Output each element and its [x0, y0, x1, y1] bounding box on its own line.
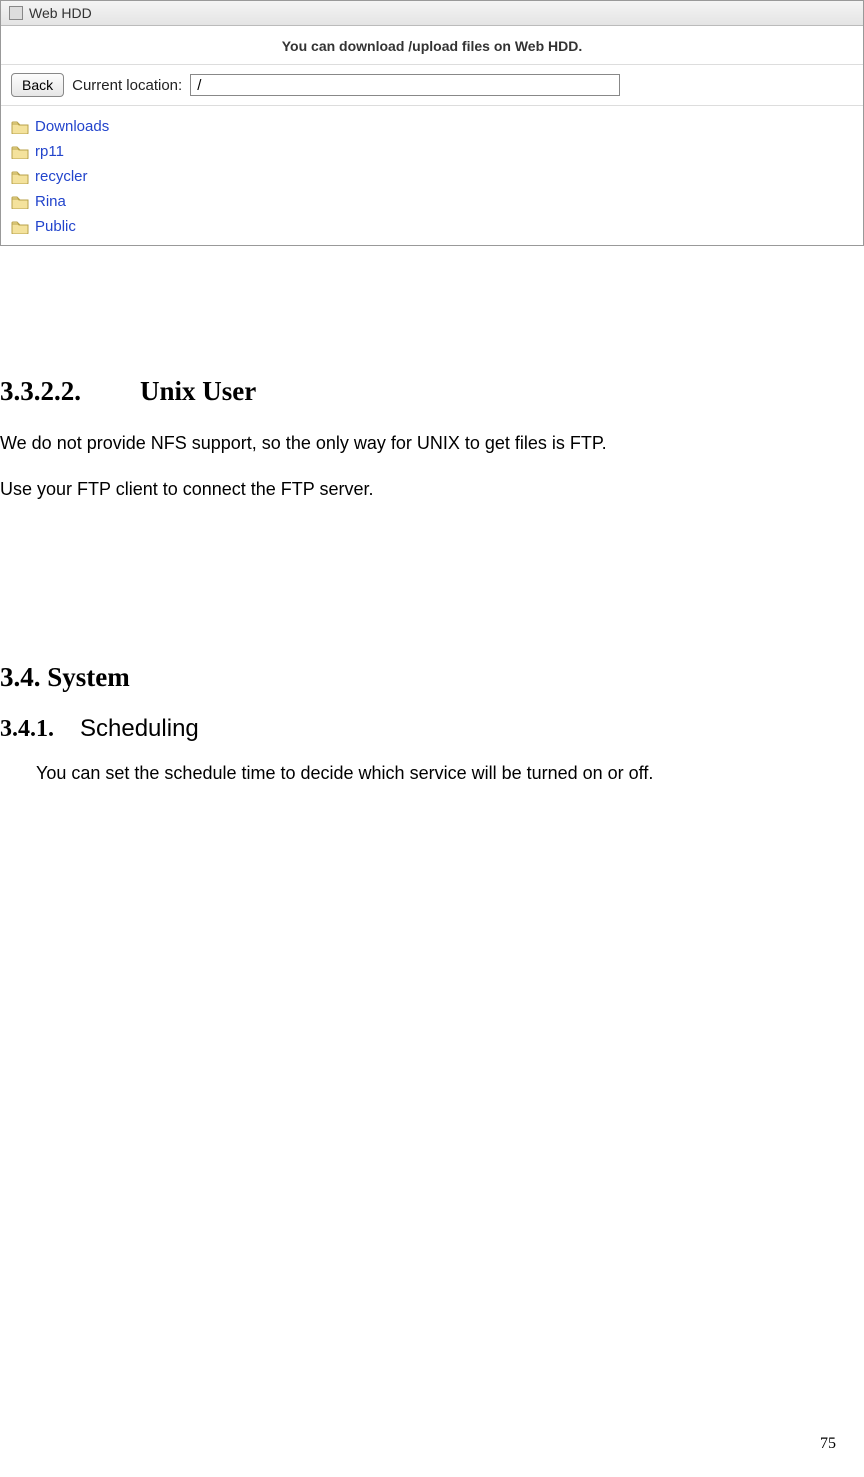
page-number: 75 [820, 1435, 836, 1453]
list-item[interactable]: rp11 [11, 139, 853, 164]
webhdd-info: You can download /upload files on Web HD… [1, 26, 863, 65]
list-item[interactable]: recycler [11, 164, 853, 189]
location-input[interactable] [190, 74, 620, 96]
paragraph: We do not provide NFS support, so the on… [0, 431, 864, 455]
heading-unix-user: 3.3.2.2.Unix User [0, 376, 864, 407]
heading-system: 3.4. System [0, 662, 864, 693]
file-list: Downloads rp11 recycler Rina Public [1, 106, 863, 245]
heading-number: 3.4.1. [0, 716, 80, 743]
webhdd-toolbar: Back Current location: [1, 65, 863, 106]
folder-icon [11, 195, 29, 209]
file-name: Rina [35, 193, 66, 210]
heading-title: Unix User [140, 376, 256, 406]
heading-scheduling: 3.4.1.Scheduling [0, 715, 864, 743]
list-item[interactable]: Rina [11, 189, 853, 214]
heading-number: 3.3.2.2. [0, 376, 140, 407]
back-button[interactable]: Back [11, 73, 64, 97]
paragraph: Use your FTP client to connect the FTP s… [0, 477, 864, 501]
heading-title: Scheduling [80, 715, 199, 742]
file-name: recycler [35, 168, 88, 185]
webhdd-panel: Web HDD You can download /upload files o… [0, 0, 864, 246]
webhdd-titlebar: Web HDD [1, 1, 863, 26]
folder-icon [11, 120, 29, 134]
paragraph: You can set the schedule time to decide … [36, 761, 864, 785]
window-icon [9, 6, 23, 20]
document-content: 3.3.2.2.Unix User We do not provide NFS … [0, 376, 864, 785]
folder-icon [11, 220, 29, 234]
list-item[interactable]: Downloads [11, 114, 853, 139]
folder-icon [11, 170, 29, 184]
folder-icon [11, 145, 29, 159]
list-item[interactable]: Public [11, 214, 853, 239]
window-title: Web HDD [29, 5, 92, 21]
file-name: rp11 [35, 143, 64, 160]
location-label: Current location: [72, 77, 182, 94]
file-name: Downloads [35, 118, 109, 135]
file-name: Public [35, 218, 76, 235]
